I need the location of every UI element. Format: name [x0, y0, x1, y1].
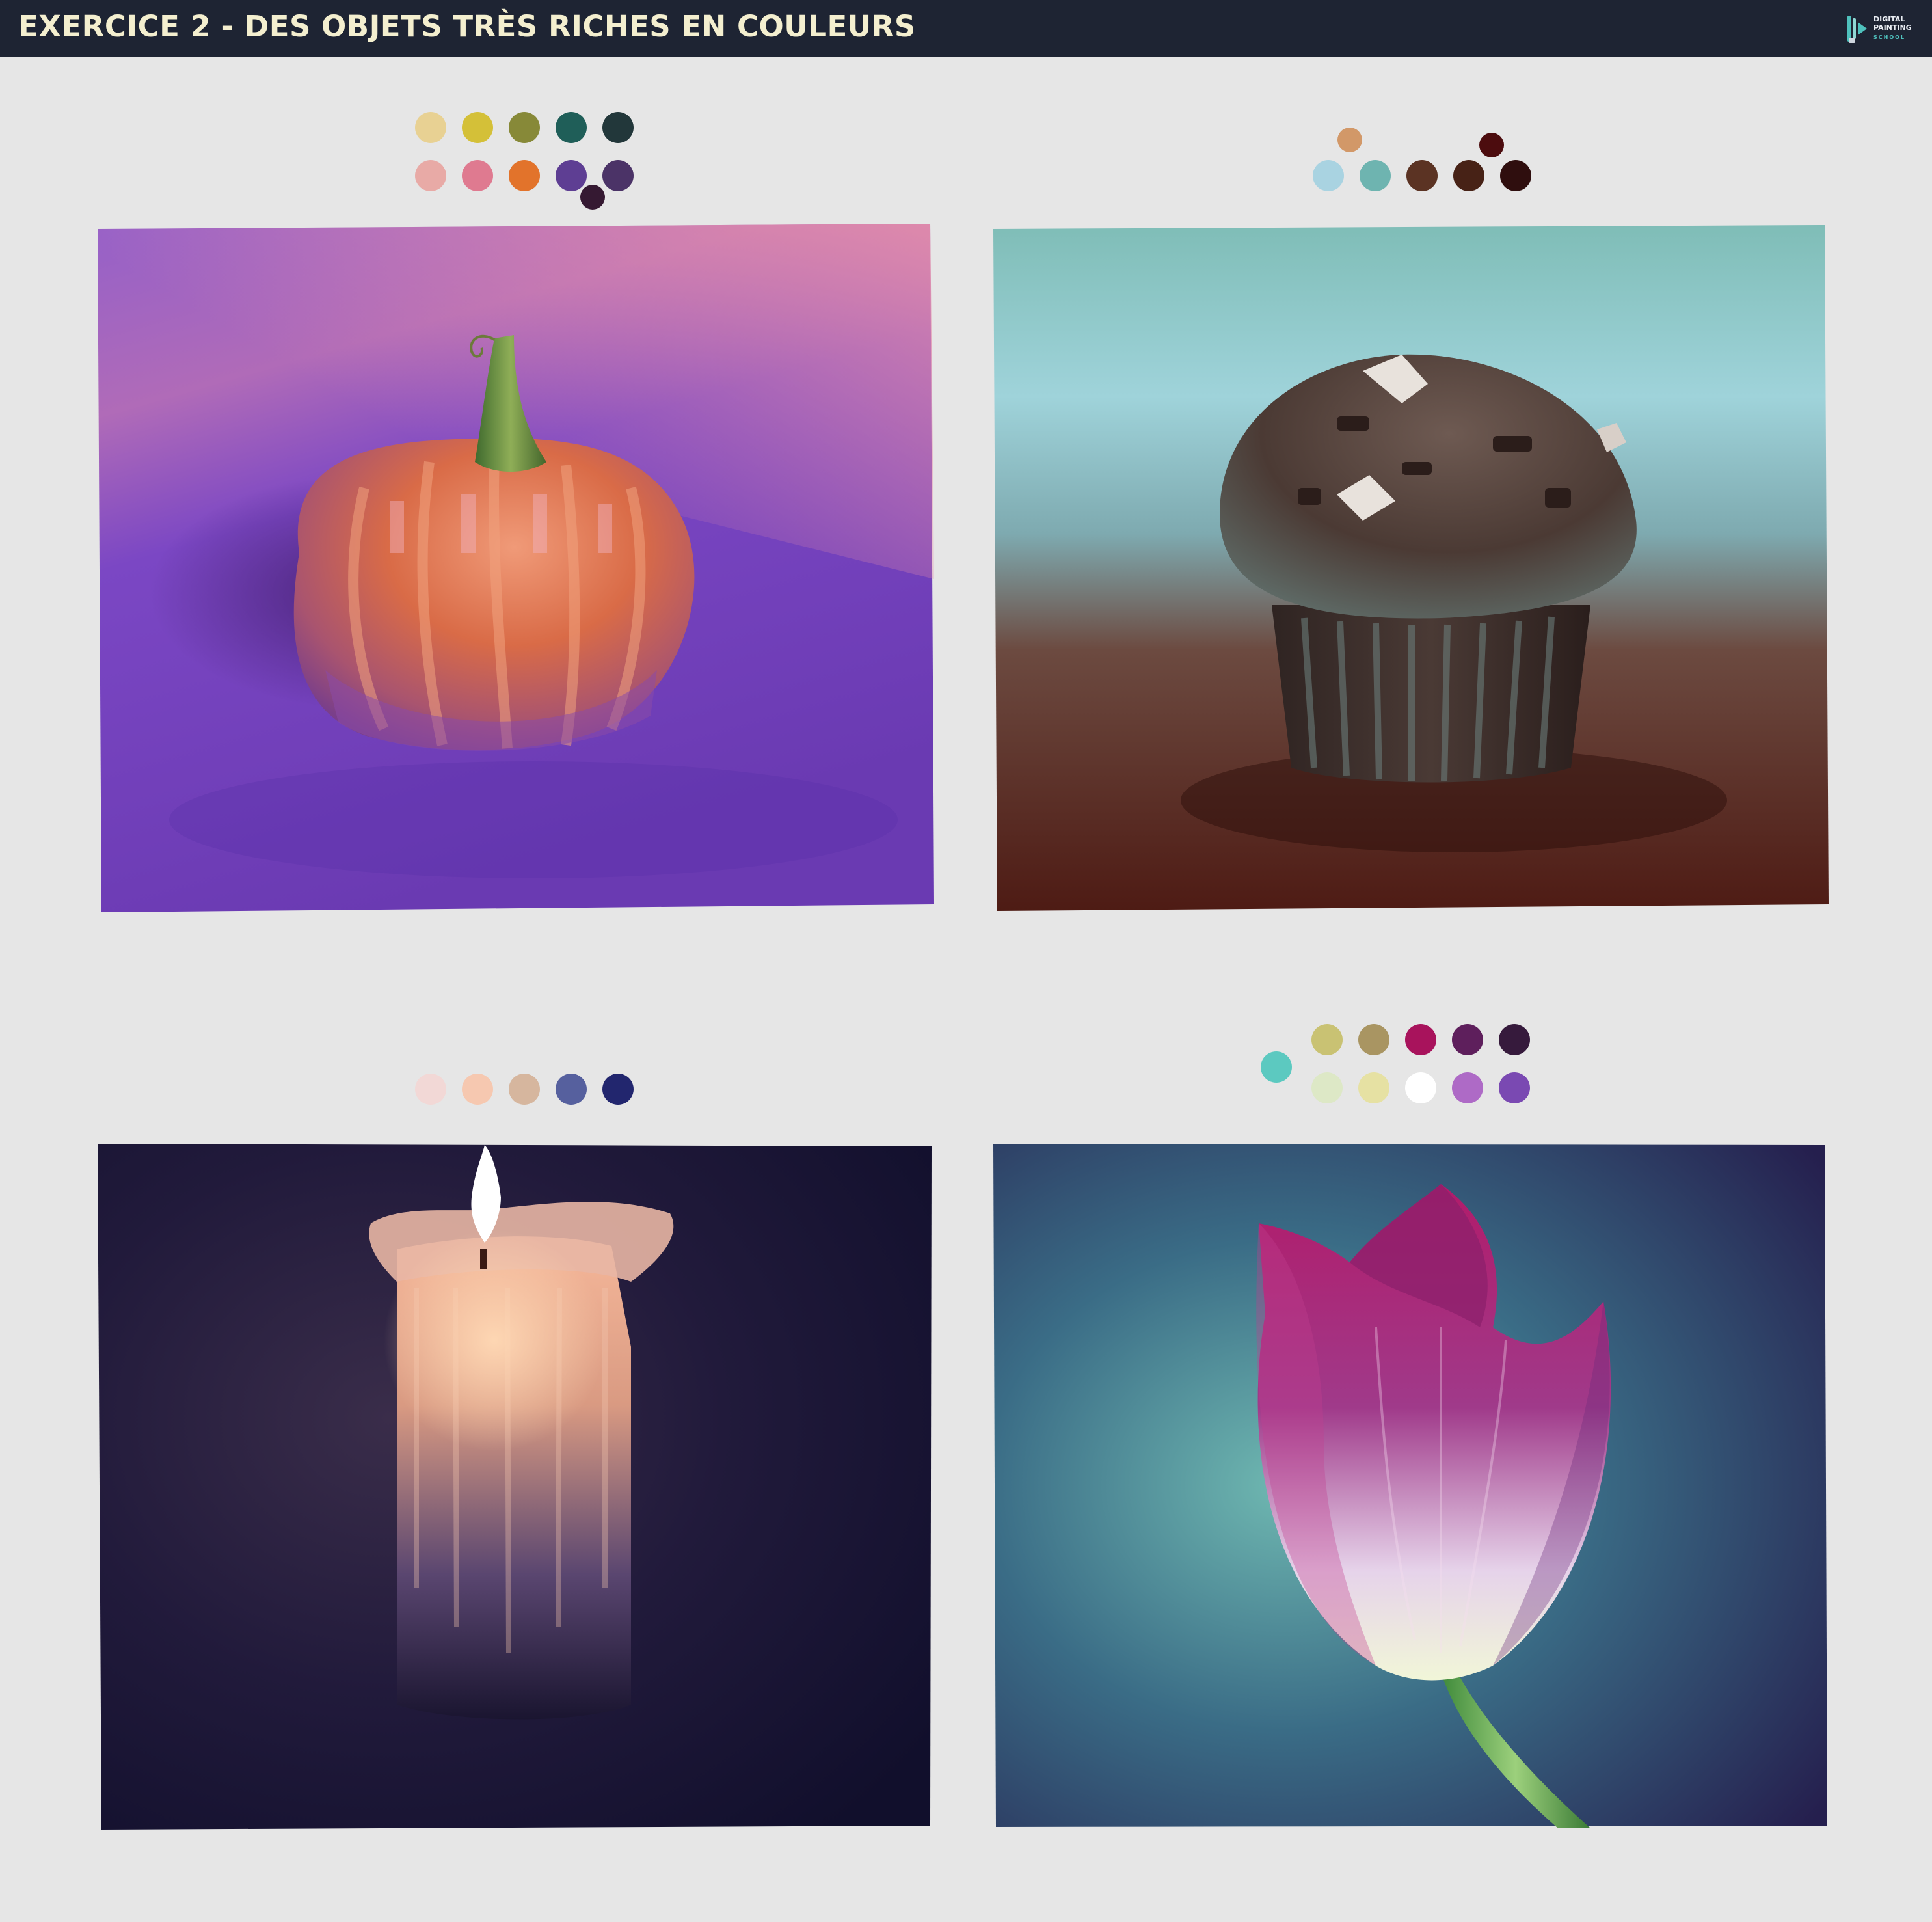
swatch: [580, 185, 605, 210]
swatch: [556, 1074, 587, 1105]
swatch: [1452, 1024, 1483, 1055]
brush-logo-icon: [1847, 16, 1867, 43]
swatch: [462, 160, 493, 191]
swatch: [462, 112, 493, 143]
swatch: [556, 112, 587, 143]
logo-text-painting: PAINTING: [1873, 23, 1912, 32]
swatch: [415, 1074, 446, 1105]
logo-text-school: SCHOOL: [1873, 34, 1906, 40]
painting-muffin: [986, 215, 1831, 917]
candle-wick: [480, 1249, 487, 1269]
swatch: [509, 160, 540, 191]
swatch: [1358, 1024, 1389, 1055]
color-palette-candle: [410, 1074, 644, 1113]
swatch: [1313, 160, 1344, 191]
painting-pumpkin: [91, 215, 937, 917]
header-bar: EXERCICE 2 - DES OBJETS TRÈS RICHES EN C…: [0, 0, 1932, 57]
swatch: [1406, 160, 1438, 191]
swatch: [1311, 1024, 1343, 1055]
color-palette-pumpkin: [410, 109, 644, 213]
swatch: [1358, 1072, 1389, 1103]
color-palette-tulip: [1255, 1022, 1542, 1113]
swatch: [1337, 128, 1362, 152]
swatch: [462, 1074, 493, 1105]
swatch: [1452, 1072, 1483, 1103]
painting-tulip: [986, 1132, 1831, 1835]
swatch: [509, 1074, 540, 1105]
digital-painting-school-logo: DIGITAL PAINTING SCHOOL: [1845, 13, 1923, 46]
color-palette-muffin: [1308, 128, 1555, 199]
swatch: [1479, 133, 1504, 157]
swatch: [1311, 1072, 1343, 1103]
swatch: [415, 112, 446, 143]
painting-candle: [91, 1132, 937, 1835]
swatch: [602, 1074, 634, 1105]
swatch: [556, 160, 587, 191]
swatch: [1499, 1072, 1530, 1103]
swatch: [415, 160, 446, 191]
swatch: [602, 160, 634, 191]
swatch: [1500, 160, 1531, 191]
swatch: [1405, 1072, 1436, 1103]
logo-text-digital: DIGITAL: [1873, 15, 1905, 23]
swatch: [509, 112, 540, 143]
swatch: [602, 112, 634, 143]
swatch: [1360, 160, 1391, 191]
swatch: [1405, 1024, 1436, 1055]
candle-glow: [384, 1230, 605, 1451]
swatch: [1499, 1024, 1530, 1055]
page-title: EXERCICE 2 - DES OBJETS TRÈS RICHES EN C…: [18, 9, 916, 44]
swatch: [1261, 1051, 1292, 1083]
swatch: [1453, 160, 1484, 191]
